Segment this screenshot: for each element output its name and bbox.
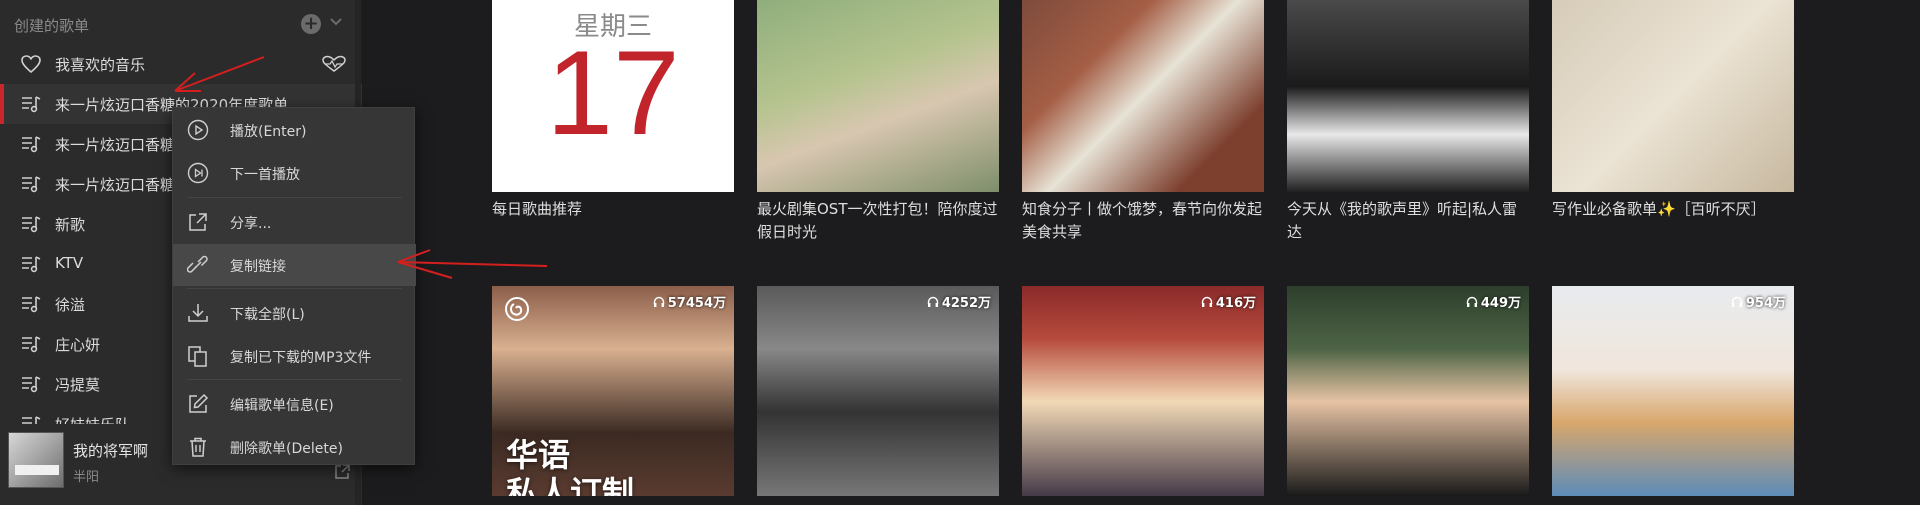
playlist-icon [22,256,41,273]
playlist-cover[interactable] [1552,0,1794,192]
heartbeat-mode-icon[interactable] [320,55,348,73]
download-icon [188,304,208,322]
headphones-icon [1731,296,1743,307]
playlist-cover[interactable]: 954万 [1552,286,1794,496]
app-window: 创建的歌单 + 我喜欢的音乐 来一片炫迈口香糖的2020年度歌单 来一片炫迈口香… [0,0,1920,505]
menu-item-copy-link[interactable]: 复制链接 [173,244,416,286]
menu-item-label: 下一首播放 [230,167,300,183]
menu-item-play[interactable]: 播放(Enter) [173,109,416,151]
playlist-cover[interactable] [1287,0,1529,192]
now-playing-artist[interactable]: 半阳 [73,466,99,485]
menu-item-delete[interactable]: 删除歌单(Delete) [173,426,416,468]
playlist-cover[interactable]: 4252万 [757,286,999,496]
play-count-value: 4252万 [941,296,991,311]
menu-divider [187,288,402,289]
playlist-cover[interactable] [757,0,999,192]
playlist-icon [22,176,41,193]
sidebar-item-liked-music[interactable]: 我喜欢的音乐 [0,44,362,84]
share-icon [189,213,207,231]
play-circle-icon [187,119,209,141]
sidebar-item-label: 冯提莫 [55,376,101,394]
link-icon [187,255,208,273]
menu-item-download-all[interactable]: 下载全部(L) [173,292,416,334]
menu-item-label: 复制链接 [230,259,286,275]
play-count: 954万 [1731,292,1786,311]
menu-item-copy-mp3[interactable]: 复制已下载的MP3文件 [173,335,416,377]
headphones-icon [1466,296,1478,307]
play-count: 416万 [1201,292,1256,311]
playlist-icon [22,216,41,233]
daily-calendar-cover[interactable]: 星期三 17 [492,0,734,192]
playlist-cover[interactable]: 57454万 华语 私人订制 [492,286,734,496]
playlist-icon [22,376,41,393]
headphones-icon [653,296,664,307]
cover-caption: 华语 私人订制 [506,436,635,496]
card-title[interactable]: 今天从《我的歌声里》听起|私人雷达 [1287,198,1529,244]
headphones-icon [1201,296,1213,307]
play-count-value: 449万 [1480,296,1521,311]
playlist-icon [22,296,41,313]
card-title[interactable]: 写作业必备歌单✨［百听不厌］ [1552,198,1794,221]
sidebar-item-label: KTV [55,254,84,272]
netease-logo-icon [505,297,529,321]
menu-item-edit-info[interactable]: 编辑歌单信息(E) [173,383,416,425]
menu-item-play-next[interactable]: 下一首播放 [173,152,416,194]
card-title[interactable]: 每日歌曲推荐 [492,198,734,221]
sidebar-item-label: 来一片炫迈口香糖 [55,176,176,194]
menu-divider [187,197,402,198]
copy-file-icon [188,346,207,367]
card-title[interactable]: 最火剧集OST一次性打包！陪你度过假日时光 [757,198,999,244]
menu-item-label: 编辑歌单信息(E) [230,398,334,414]
edit-icon [189,393,209,413]
menu-item-share[interactable]: 分享... [173,201,416,243]
playlist-icon [22,96,41,113]
playlist-context-menu: 播放(Enter) 下一首播放 分享... 复制链接 下载全部(L) 复制已下载… [172,107,416,468]
playlist-cover[interactable]: 449万 [1287,286,1529,496]
menu-item-label: 下载全部(L) [230,307,305,323]
sidebar-item-label: 新歌 [55,216,86,234]
sidebar-item-label: 我喜欢的音乐 [55,56,146,74]
sidebar-item-label: 庄心妍 [55,336,101,354]
sidebar-item-label: 来一片炫迈口香糖 [55,136,176,154]
play-count-value: 57454万 [667,296,726,311]
main-content: 星期三 17 每日歌曲推荐 最火剧集OST一次性打包！陪你度过假日时光 知食分子… [362,0,1920,505]
play-next-icon [187,162,209,184]
play-count-value: 954万 [1745,296,1786,311]
created-playlists-header[interactable]: 创建的歌单 + [0,0,362,48]
add-playlist-icon[interactable]: + [301,14,321,34]
playlist-icon [22,136,41,153]
heart-icon [21,55,41,74]
active-indicator [0,84,4,124]
card-title[interactable]: 知食分子丨做个饿梦，春节向你发起美食共享 [1022,198,1264,244]
menu-item-label: 删除歌单(Delete) [230,441,343,457]
headphones-icon [927,296,939,307]
section-title: 创建的歌单 [14,17,90,35]
calendar-day: 17 [546,26,680,160]
menu-item-label: 播放(Enter) [230,124,307,140]
sidebar-item-label: 徐溢 [55,296,86,314]
playlist-cover[interactable]: 416万 [1022,286,1264,496]
playlist-icon [22,336,41,353]
play-count: 449万 [1466,292,1521,311]
now-playing-cover[interactable] [8,432,64,488]
menu-item-label: 分享... [230,216,272,232]
menu-item-label: 复制已下载的MP3文件 [230,350,372,366]
chevron-down-icon[interactable] [328,13,344,29]
play-count-value: 416万 [1215,296,1256,311]
now-playing-title[interactable]: 我的将军啊 [73,440,148,461]
menu-divider [187,379,402,380]
playlist-cover[interactable] [1022,0,1264,192]
play-count: 57454万 [653,292,726,311]
play-count: 4252万 [927,292,991,311]
trash-icon [190,437,206,457]
